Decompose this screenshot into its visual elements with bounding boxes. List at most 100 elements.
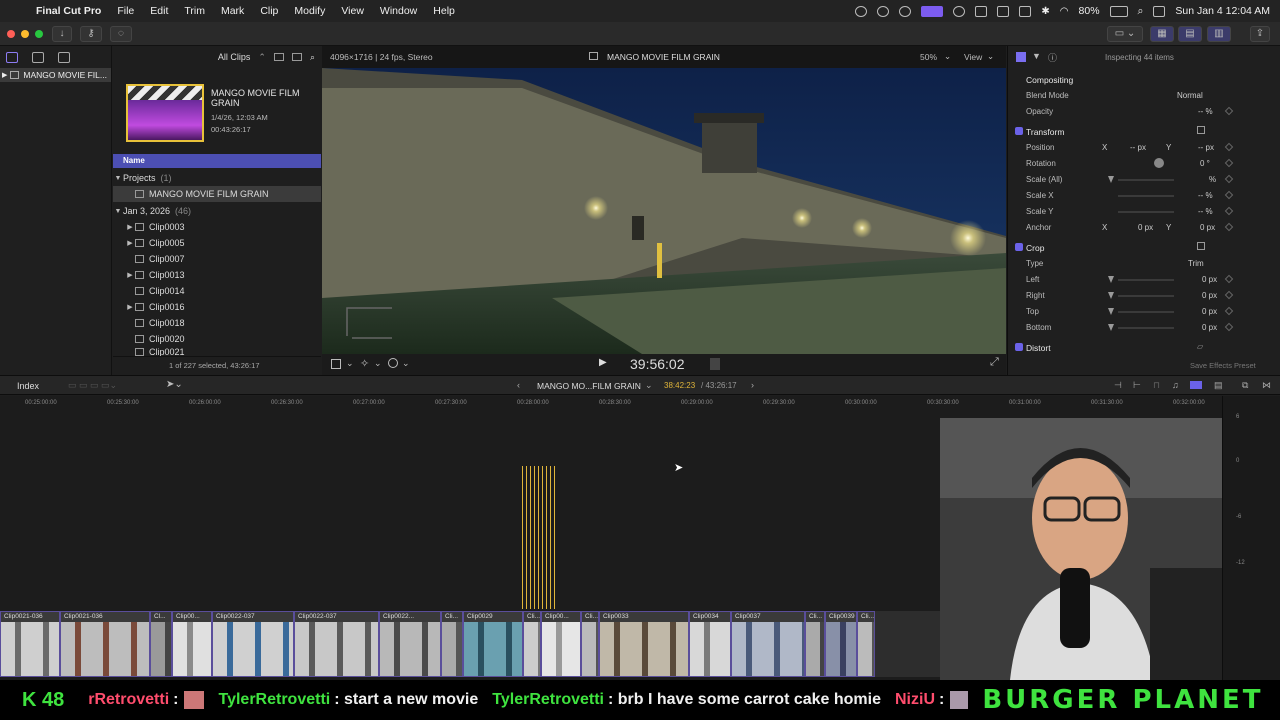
position-x-value[interactable]: -- px: [1130, 143, 1146, 152]
anchor-y-value[interactable]: 0 px: [1200, 223, 1215, 232]
view-dropdown[interactable]: View: [964, 52, 982, 62]
keywords-button[interactable]: ⚷: [80, 26, 102, 42]
history-back-icon[interactable]: ‹: [517, 380, 520, 390]
color-inspector-icon[interactable]: ▼: [1032, 51, 1041, 61]
timeline-clip[interactable]: Clip0022-037: [294, 611, 379, 677]
rotation-value[interactable]: 0 °: [1200, 159, 1210, 168]
crop-left-slider[interactable]: [1118, 279, 1174, 281]
list-item[interactable]: ▶ Clip0003: [113, 219, 321, 235]
status-icon-1[interactable]: [855, 5, 868, 17]
disclosure-triangle-icon[interactable]: ▶: [125, 239, 135, 247]
disclosure-triangle-icon[interactable]: ▼: [113, 175, 123, 182]
timeline-clip[interactable]: Cli...: [805, 611, 825, 677]
zoom-chevron-icon[interactable]: ⌄: [944, 51, 951, 62]
slider-knob[interactable]: [1108, 176, 1114, 183]
status-icon-2[interactable]: [877, 5, 890, 17]
transform-chevron-icon[interactable]: ⌄: [346, 358, 354, 369]
timeline-clip[interactable]: Clip0039: [825, 611, 857, 677]
project-row[interactable]: MANGO MOVIE FILM GRAIN: [113, 186, 321, 202]
headphones-icon[interactable]: ♫: [1172, 380, 1179, 390]
keyframe-icon[interactable]: [1224, 222, 1234, 232]
timeline-clip[interactable]: Clip00...: [172, 611, 212, 677]
projects-group[interactable]: ▼ Projects (1): [113, 170, 321, 186]
snapping-icon[interactable]: [1190, 381, 1202, 389]
enhance-icon[interactable]: ✧: [360, 357, 369, 370]
list-item[interactable]: Clip0014: [113, 283, 321, 299]
transform-checkbox[interactable]: [1015, 127, 1023, 135]
libraries-tab-icon[interactable]: [6, 51, 18, 63]
workspace-button[interactable]: ▭ ⌄: [1107, 26, 1143, 42]
menu-help[interactable]: Help: [425, 5, 463, 17]
keyframe-icon[interactable]: [1224, 190, 1234, 200]
inspector-toggle-button[interactable]: ▥: [1207, 26, 1231, 42]
scale-slider[interactable]: [1118, 179, 1174, 181]
bluetooth-icon[interactable]: ✱: [1041, 6, 1049, 17]
disclosure-triangle-icon[interactable]: ▶: [2, 71, 7, 79]
timeline-clip[interactable]: Clip0034: [689, 611, 731, 677]
crop-top-value[interactable]: 0 px: [1202, 307, 1217, 316]
menu-view[interactable]: View: [333, 5, 372, 17]
menu-clip[interactable]: Clip: [252, 5, 286, 17]
search-icon[interactable]: ⌕: [1138, 5, 1144, 18]
timeline-clip[interactable]: Clip0037: [731, 611, 805, 677]
crop-type-dropdown[interactable]: Trim: [1188, 259, 1204, 268]
transitions-browser-icon[interactable]: ⋈: [1262, 380, 1271, 391]
timeline-clip[interactable]: Cli...: [523, 611, 541, 677]
menu-file[interactable]: File: [109, 5, 142, 17]
zoom-window-icon[interactable]: [35, 30, 43, 38]
skimming-icon[interactable]: ⊣: [1114, 380, 1122, 391]
save-effects-preset-button[interactable]: Save Effects Preset: [1190, 361, 1256, 370]
list-item[interactable]: ▶ Clip0013: [113, 267, 321, 283]
history-forward-icon[interactable]: ›: [751, 380, 754, 390]
screen-record-icon[interactable]: [921, 5, 944, 17]
menu-window[interactable]: Window: [372, 5, 425, 17]
crop-top-slider[interactable]: [1118, 311, 1174, 313]
disclosure-triangle-icon[interactable]: ▼: [113, 208, 123, 215]
zoom-dropdown[interactable]: 50%: [920, 52, 937, 62]
clip-appearance-icon[interactable]: ▤: [1214, 380, 1223, 391]
filter-chevron-icon[interactable]: ⌃: [258, 52, 266, 63]
position-y-value[interactable]: -- px: [1198, 143, 1214, 152]
list-item[interactable]: Clip0007: [113, 251, 321, 267]
event-group[interactable]: ▼ Jan 3, 2026 (46): [113, 203, 321, 219]
timeline-clip[interactable]: Clip0021-036: [60, 611, 150, 677]
slider-knob[interactable]: [1108, 276, 1114, 283]
video-frame[interactable]: [322, 68, 1006, 354]
menu-trim[interactable]: Trim: [176, 5, 213, 17]
volume-icon[interactable]: [975, 5, 988, 17]
view-chevron-icon[interactable]: ⌄: [987, 51, 994, 62]
crop-section[interactable]: Crop: [1008, 239, 1280, 255]
enhance-chevron-icon[interactable]: ⌄: [374, 358, 382, 369]
play-status-icon[interactable]: [953, 5, 966, 17]
screen-mirror-icon[interactable]: [1019, 5, 1032, 17]
background-tasks-button[interactable]: ◌: [110, 26, 132, 42]
timeline-clip[interactable]: Clip0022...: [379, 611, 441, 677]
onscreen-control-icon[interactable]: ▱: [1197, 342, 1203, 351]
opacity-value[interactable]: -- %: [1198, 107, 1213, 116]
timeline-clip[interactable]: Cli...: [581, 611, 599, 677]
slider-knob[interactable]: [1108, 324, 1114, 331]
play-button[interactable]: ▶: [599, 357, 607, 368]
rotation-dial[interactable]: [1154, 158, 1164, 168]
anchor-x-value[interactable]: 0 px: [1138, 223, 1153, 232]
status-icon-3[interactable]: [899, 5, 912, 17]
keyframe-icon[interactable]: [1224, 142, 1234, 152]
audio-waveform[interactable]: [522, 466, 556, 609]
clock[interactable]: Sun Jan 4 12:04 AM: [1175, 5, 1270, 17]
scale-x-value[interactable]: -- %: [1198, 191, 1213, 200]
menu-mark[interactable]: Mark: [213, 5, 252, 17]
timeline-clip[interactable]: Cli...: [857, 611, 875, 677]
keyframe-icon[interactable]: [1224, 306, 1234, 316]
select-tool-icon[interactable]: ➤⌄: [166, 379, 183, 390]
import-button[interactable]: ↓: [52, 26, 72, 42]
speed-chevron-icon[interactable]: ⌄: [402, 358, 410, 369]
close-window-icon[interactable]: [7, 30, 15, 38]
keyframe-icon[interactable]: [1224, 322, 1234, 332]
keyframe-icon[interactable]: [1224, 206, 1234, 216]
browser-toggle-button[interactable]: ▦: [1150, 26, 1174, 42]
scale-y-slider[interactable]: [1118, 211, 1174, 213]
library-item[interactable]: ▶ MANGO MOVIE FIL...: [0, 68, 111, 82]
control-center-icon[interactable]: [1153, 5, 1166, 17]
battery-icon[interactable]: [1109, 5, 1128, 17]
viewer-timecode[interactable]: 39:56:02: [630, 356, 685, 372]
